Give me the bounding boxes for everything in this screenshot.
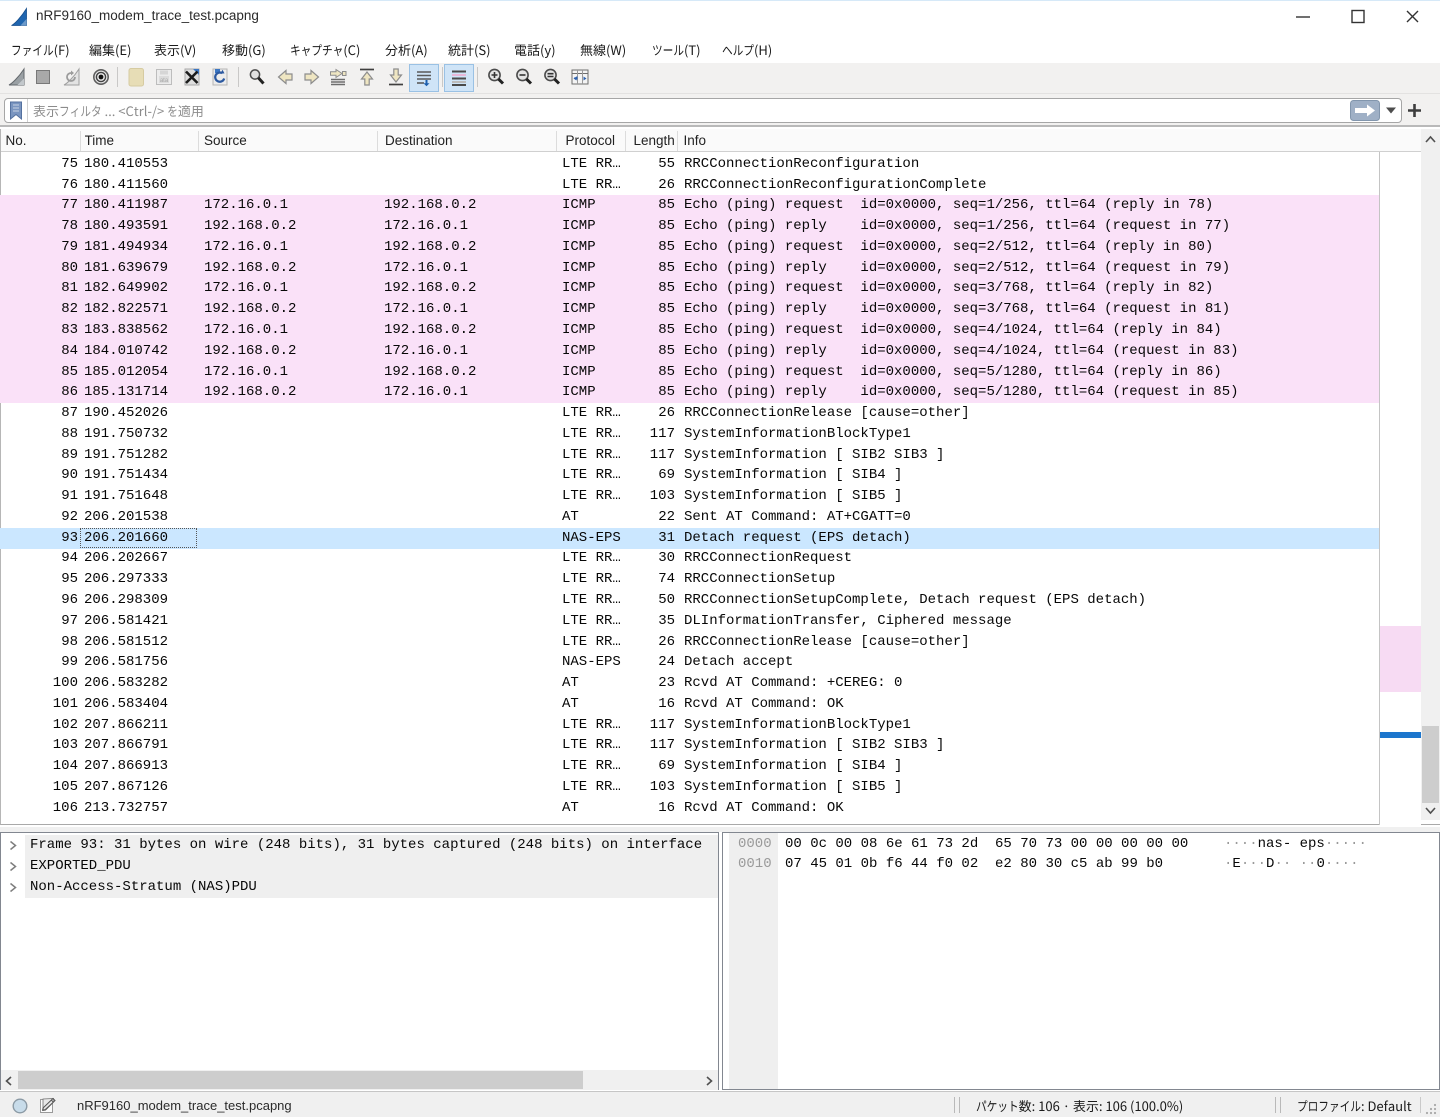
svg-text:ata: ata	[160, 78, 169, 84]
